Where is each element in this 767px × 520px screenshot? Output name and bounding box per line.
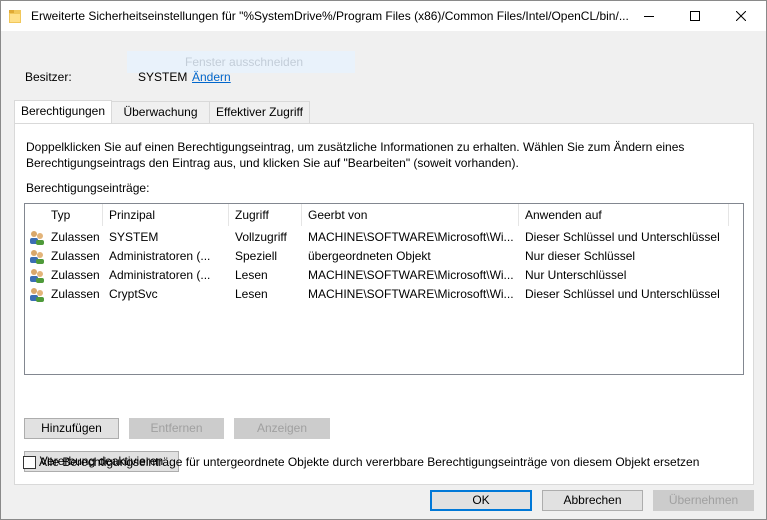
row-principal: Administratoren (... xyxy=(109,249,211,263)
table-row[interactable]: Zulassen CryptSvc Lesen MACHINE\SOFTWARE… xyxy=(25,285,743,304)
folder-icon xyxy=(9,10,21,23)
row-type: Zulassen xyxy=(51,287,100,301)
owner-label: Besitzer: xyxy=(25,70,72,84)
permission-entries-list[interactable]: Typ Prinzipal Zugriff Geerbt von Anwende… xyxy=(24,203,744,375)
column-header-access[interactable]: Zugriff xyxy=(229,204,302,226)
cancel-button[interactable]: Abbrechen xyxy=(542,490,643,511)
row-access: Lesen xyxy=(235,287,268,301)
column-header-type[interactable]: Typ xyxy=(45,204,103,226)
panel-description: Doppelklicken Sie auf einen Berechtigung… xyxy=(26,139,684,171)
ok-button[interactable]: OK xyxy=(430,490,532,511)
users-icon xyxy=(30,269,44,283)
security-dialog: Erweiterte Sicherheitseinstellungen für … xyxy=(0,0,767,520)
row-principal: Administratoren (... xyxy=(109,268,211,282)
minimize-icon xyxy=(644,16,654,17)
replace-child-permissions-checkbox[interactable] xyxy=(23,456,36,469)
row-access: Lesen xyxy=(235,268,268,282)
tab-effective-access-label: Effektiver Zugriff xyxy=(216,105,303,119)
maximize-icon xyxy=(690,11,700,21)
replace-child-permissions-label[interactable]: Alle Berechtigungseinträge für untergeor… xyxy=(39,455,699,469)
description-line-1: Doppelklicken Sie auf einen Berechtigung… xyxy=(26,140,685,154)
close-button[interactable] xyxy=(718,1,764,31)
remove-button[interactable]: Entfernen xyxy=(129,418,224,439)
apply-button[interactable]: Übernehmen xyxy=(653,490,754,511)
users-icon xyxy=(30,231,44,245)
column-header-applies-to[interactable]: Anwenden auf xyxy=(519,204,729,226)
tab-effective-access[interactable]: Effektiver Zugriff xyxy=(209,101,310,123)
row-inherited-from: MACHINE\SOFTWARE\Microsoft\Wi... xyxy=(308,268,514,282)
minimize-button[interactable] xyxy=(626,1,672,31)
owner-value: SYSTEM xyxy=(138,70,188,84)
table-row[interactable]: Zulassen Administratoren (... Lesen MACH… xyxy=(25,266,743,285)
row-principal: CryptSvc xyxy=(109,287,158,301)
dialog-content: Fenster ausschneiden Besitzer: SYSTEM Än… xyxy=(1,31,766,519)
row-type: Zulassen xyxy=(51,230,100,244)
title-bar[interactable]: Erweiterte Sicherheitseinstellungen für … xyxy=(1,1,766,31)
table-row[interactable]: Zulassen Administratoren (... Speziell ü… xyxy=(25,247,743,266)
row-applies-to: Dieser Schlüssel und Unterschlüssel xyxy=(525,287,720,301)
row-inherited-from: übergeordneten Objekt xyxy=(308,249,431,263)
column-header-principal[interactable]: Prinzipal xyxy=(103,204,229,226)
add-button[interactable]: Hinzufügen xyxy=(24,418,119,439)
table-row[interactable]: Zulassen SYSTEM Vollzugriff MACHINE\SOFT… xyxy=(25,228,743,247)
column-header-inherited-from[interactable]: Geerbt von xyxy=(302,204,519,226)
entries-label: Berechtigungseinträge: xyxy=(26,181,150,195)
row-type: Zulassen xyxy=(51,249,100,263)
window-title: Erweiterte Sicherheitseinstellungen für … xyxy=(31,9,629,23)
row-applies-to: Dieser Schlüssel und Unterschlüssel xyxy=(525,230,720,244)
tab-permissions[interactable]: Berechtigungen xyxy=(14,100,112,124)
description-line-2: Berechtigungseintrags den Eintrag aus, u… xyxy=(26,156,519,170)
row-applies-to: Nur dieser Schlüssel xyxy=(525,249,636,263)
row-principal: SYSTEM xyxy=(109,230,159,244)
users-icon xyxy=(30,250,44,264)
row-access: Speziell xyxy=(235,249,278,263)
close-icon xyxy=(736,11,746,21)
maximize-button[interactable] xyxy=(672,1,718,31)
tab-auditing-label: Überwachung xyxy=(123,105,198,119)
row-type: Zulassen xyxy=(51,268,100,282)
tab-auditing[interactable]: Überwachung xyxy=(111,101,210,123)
tab-permissions-label: Berechtigungen xyxy=(20,104,106,118)
change-owner-link[interactable]: Ändern xyxy=(192,70,231,84)
view-button[interactable]: Anzeigen xyxy=(234,418,330,439)
row-applies-to: Nur Unterschlüssel xyxy=(525,268,627,282)
row-inherited-from: MACHINE\SOFTWARE\Microsoft\Wi... xyxy=(308,230,514,244)
row-access: Vollzugriff xyxy=(235,230,287,244)
permissions-panel: Doppelklicken Sie auf einen Berechtigung… xyxy=(14,123,754,485)
row-inherited-from: MACHINE\SOFTWARE\Microsoft\Wi... xyxy=(308,287,514,301)
users-icon xyxy=(30,288,44,302)
